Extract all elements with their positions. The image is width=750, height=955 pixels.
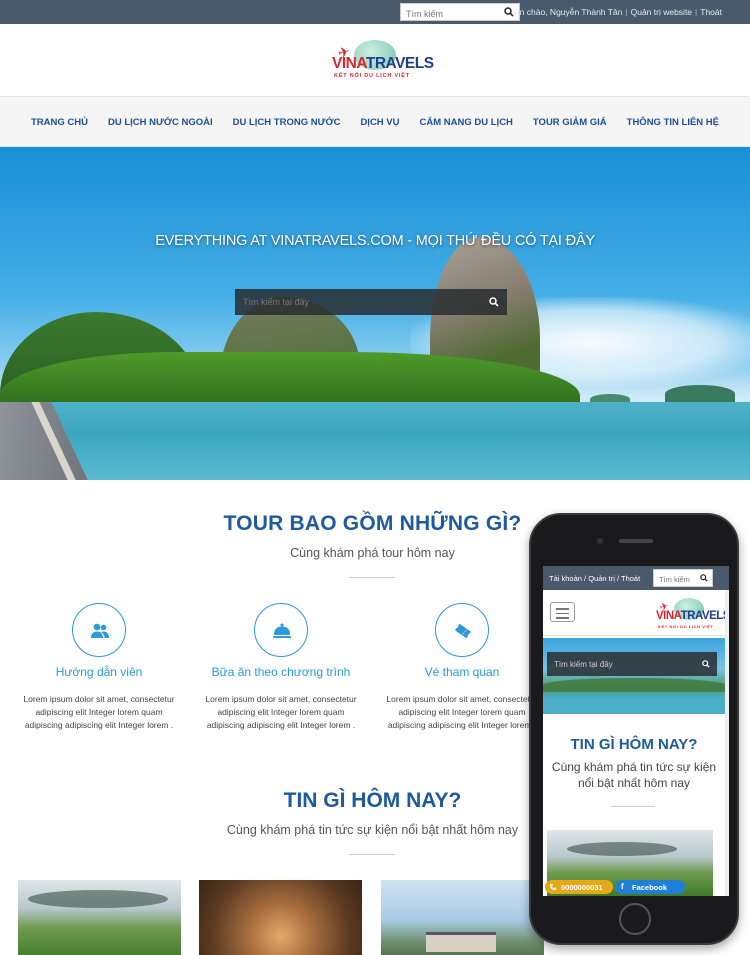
mobile-header: ✈ VINATRAVELS KẾT NỐI DU LỊCH VIỆT bbox=[543, 590, 729, 636]
phone-icon bbox=[549, 883, 557, 891]
logo-brand-vina: VINA bbox=[656, 610, 681, 622]
mobile-search-placeholder: Tìm kiếm bbox=[659, 575, 690, 584]
feature-title[interactable]: Bữa ăn theo chương trình bbox=[196, 665, 366, 679]
hero-island bbox=[665, 385, 735, 403]
phone-speaker bbox=[619, 539, 653, 543]
mobile-hero-hills bbox=[543, 678, 725, 692]
greeting-link[interactable]: Xin chào, Nguyễn Thành Tân bbox=[512, 7, 622, 17]
feature-tickets: Vé tham quan Lorem ipsum dolor sit amet,… bbox=[377, 603, 547, 732]
phone-home-button bbox=[619, 903, 651, 935]
mobile-hero: Tìm kiếm tại đây bbox=[543, 638, 725, 714]
hero-search-input[interactable] bbox=[235, 289, 475, 315]
top-user-links: Xin chào, Nguyễn Thành Tân | Quản trị webs… bbox=[512, 7, 722, 17]
feature-icon-circle[interactable] bbox=[435, 603, 489, 657]
feature-description: Lorem ipsum dolor sit amet, consectetur … bbox=[23, 694, 175, 730]
news-thumbnail[interactable] bbox=[381, 880, 544, 955]
food-cloche-icon bbox=[273, 623, 291, 638]
feature-description: Lorem ipsum dolor sit amet, consectetur … bbox=[386, 694, 538, 730]
feature-title[interactable]: Vé tham quan bbox=[377, 665, 547, 679]
logo-brand-vina: VINA bbox=[332, 55, 366, 72]
feature-icon-circle[interactable] bbox=[254, 603, 308, 657]
separator: | bbox=[695, 7, 698, 17]
top-bar: Xin chào, Nguyễn Thành Tân|Quản trị webs… bbox=[0, 0, 750, 24]
call-button[interactable]: 0000000031 bbox=[545, 880, 613, 894]
top-search-box[interactable] bbox=[400, 3, 520, 22]
logo-brand-travels: TRAVELS bbox=[365, 55, 434, 72]
site-logo[interactable]: ✈ VINATRAVELS KẾT NỐI DU LỊCH VIỆT bbox=[332, 38, 434, 84]
hero-title: EVERYTHING AT VINATRAVELS.COM - MỌI THỨ … bbox=[155, 233, 595, 249]
thumb-building bbox=[426, 932, 496, 952]
feature-guide: Hướng dẫn viên Lorem ipsum dolor sit ame… bbox=[14, 603, 184, 732]
nav-item-international-tours[interactable]: DU LỊCH NƯỚC NGOÀI bbox=[98, 117, 223, 128]
logo-brand: VINATRAVELS bbox=[332, 55, 434, 73]
thumb-mountain-ridge bbox=[567, 842, 677, 856]
search-icon[interactable] bbox=[700, 574, 708, 582]
logo-tagline: KẾT NỐI DU LỊCH VIỆT bbox=[334, 73, 410, 79]
nav-item-travel-guide[interactable]: CẨM NANG DU LỊCH bbox=[410, 117, 523, 128]
logout-link[interactable]: Thoát bbox=[700, 7, 722, 17]
admin-link[interactable]: Quản trị website bbox=[631, 7, 692, 17]
mobile-logo-tagline: KẾT NỐI DU LỊCH VIỆT bbox=[658, 624, 714, 629]
mobile-hero-search-placeholder: Tìm kiếm tại đây bbox=[554, 660, 613, 669]
phone-mockup: Tài khoản / Quản trị / Thoát Tìm kiếm ✈ … bbox=[529, 513, 739, 945]
nav-item-contact[interactable]: THÔNG TIN LIÊN HỆ bbox=[617, 117, 729, 128]
top-search-input[interactable] bbox=[401, 6, 501, 22]
mobile-logo-brand: VINATRAVELS bbox=[656, 610, 729, 622]
nav-item-home[interactable]: TRANG CHỦ bbox=[21, 117, 98, 128]
thumb-mountain-ridge bbox=[28, 890, 168, 908]
hero-search-box[interactable] bbox=[235, 289, 507, 315]
hero-banner: EVERYTHING AT VINATRAVELS.COM - MỌI THỨ … bbox=[0, 147, 750, 480]
feature-title[interactable]: Hướng dẫn viên bbox=[14, 665, 184, 679]
phone-camera bbox=[597, 538, 603, 544]
ticket-icon bbox=[454, 623, 472, 639]
hero-sea bbox=[0, 402, 750, 480]
mobile-search-box[interactable]: Tìm kiếm bbox=[653, 569, 713, 587]
facebook-button-label: Facebook bbox=[632, 883, 668, 892]
section-divider bbox=[611, 806, 655, 807]
nav-item-domestic-tours[interactable]: DU LỊCH TRONG NƯỚC bbox=[223, 117, 351, 128]
feature-icon-circle[interactable] bbox=[72, 603, 126, 657]
main-nav: TRANG CHỦ DU LỊCH NƯỚC NGOÀI DU LỊCH TRO… bbox=[0, 97, 750, 147]
news-thumbnail[interactable] bbox=[18, 880, 181, 955]
mobile-logo[interactable]: ✈ VINATRAVELS KẾT NỐI DU LỊCH VIỆT bbox=[656, 598, 729, 632]
feature-description: Lorem ipsum dolor sit amet, consectetur … bbox=[205, 694, 357, 730]
mobile-top-bar: Tài khoản / Quản trị / Thoát Tìm kiếm bbox=[543, 566, 729, 590]
mobile-hero-search[interactable]: Tìm kiếm tại đây bbox=[547, 652, 717, 676]
mobile-news-title: TIN GÌ HÔM NAY? bbox=[570, 736, 698, 753]
hamburger-menu-icon[interactable] bbox=[550, 602, 575, 622]
feature-meals: Bữa ăn theo chương trình Lorem ipsum dol… bbox=[196, 603, 366, 732]
nav-item-discount-tours[interactable]: TOUR GIẢM GIÁ bbox=[523, 117, 617, 128]
mobile-news-subtitle: Cùng khám phá tin tức sự kiện nổi bật nh… bbox=[551, 760, 717, 790]
phone-screen: Tài khoản / Quản trị / Thoát Tìm kiếm ✈ … bbox=[543, 566, 729, 896]
facebook-icon: f bbox=[621, 882, 624, 891]
search-icon[interactable] bbox=[702, 660, 710, 668]
nav-item-services[interactable]: DỊCH VỤ bbox=[350, 117, 409, 128]
separator: | bbox=[625, 7, 628, 17]
site-header: ✈ VINATRAVELS KẾT NỐI DU LỊCH VIỆT bbox=[0, 24, 750, 97]
section-divider bbox=[349, 577, 395, 578]
search-icon[interactable] bbox=[489, 297, 499, 307]
news-thumbnail[interactable] bbox=[199, 880, 362, 955]
mobile-account-links[interactable]: Tài khoản / Quản trị / Thoát bbox=[549, 574, 640, 583]
mobile-scrollbar[interactable] bbox=[725, 590, 729, 896]
users-icon bbox=[91, 623, 109, 638]
facebook-button[interactable]: f Facebook bbox=[615, 880, 685, 894]
section-divider bbox=[349, 854, 395, 855]
call-button-label: 0000000031 bbox=[561, 883, 603, 892]
logo-brand-travels: TRAVELS bbox=[680, 610, 729, 622]
